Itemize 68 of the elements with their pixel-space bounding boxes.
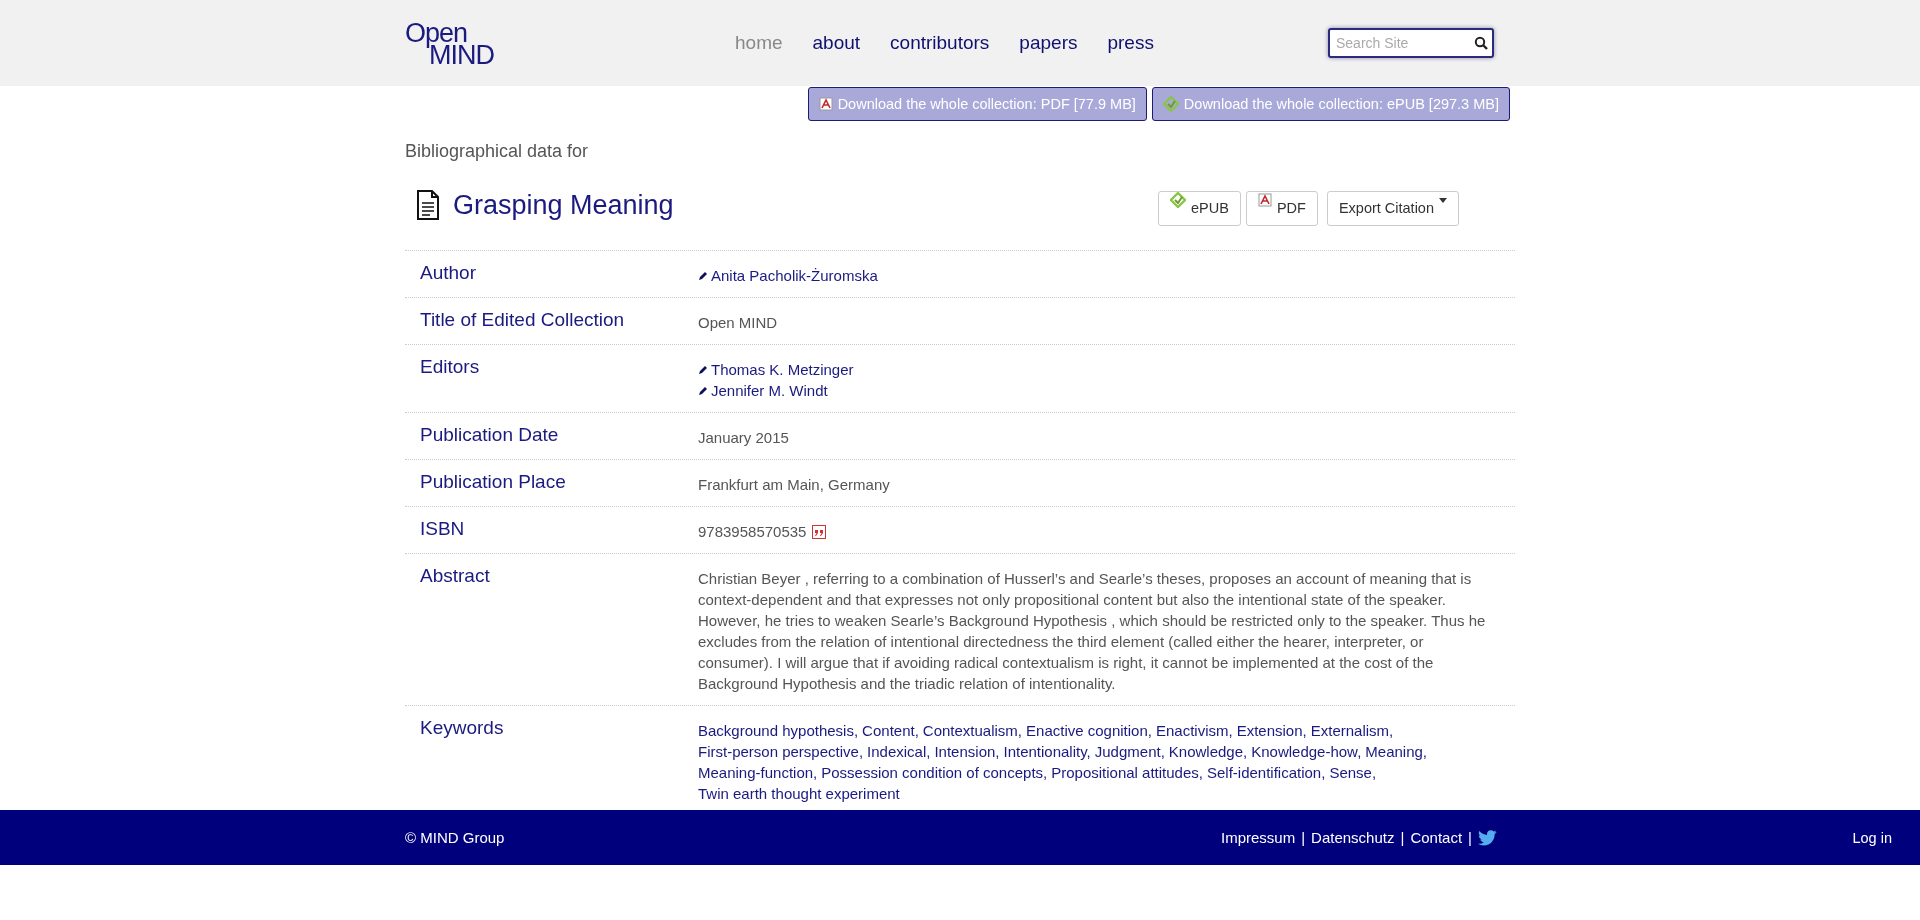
export-citation-button[interactable]: Export Citation — [1326, 190, 1459, 226]
search-icon[interactable] — [1474, 36, 1488, 50]
person-link[interactable]: Thomas K. Metzinger — [711, 359, 854, 380]
keyword-link[interactable]: Enactivism, — [1155, 720, 1233, 741]
footer-link[interactable]: Datenschutz — [1311, 829, 1395, 846]
pencil-icon — [698, 385, 708, 396]
nav-link[interactable]: papers — [1019, 32, 1078, 54]
field-label: ISBN — [420, 518, 466, 541]
field-value: January 2015 — [698, 428, 790, 448]
separator-text: | — [1400, 829, 1405, 846]
keyword-link[interactable]: Knowledge-how, — [1251, 741, 1362, 762]
pencil-icon — [698, 270, 708, 281]
keyword-link[interactable]: First-person perspective, — [698, 741, 864, 762]
keyword-link[interactable]: Self-identification, — [1207, 762, 1326, 783]
person-link[interactable]: Jennifer M. Windt — [711, 380, 828, 401]
keyword-link[interactable]: Possession condition of concepts, — [821, 762, 1048, 783]
field-value: Christian Beyer , referring to a combination of Husserl’s and Searle’s theses, proposes an account of meaning that is context-dependent and that expresses not only propositional content but also the intentional state of the speaker. However, he tries to weaken Searle’s Background Hypothesis , which should be restricted only to the speaker. Thus he excludes from the relation of intentional directedness the third element (called either the hearer, interpreter, or consumer). I will argue that if avoiding radical contextualism is right, it cannot be implemented at the cost of the Background Hypothesis and the triadic relation of intentionality. — [698, 569, 1487, 694]
keyword-link[interactable]: Enactive cognition, — [1026, 720, 1152, 741]
field-value: 9783958570535 — [698, 522, 807, 542]
epub-icon — [1162, 96, 1179, 112]
bird-icon[interactable] — [1478, 829, 1497, 846]
field-label: Author — [420, 262, 477, 285]
field-label: Keywords — [420, 717, 505, 740]
pdf-icon — [818, 97, 833, 111]
intro-text: Bibliographical data for — [405, 141, 590, 162]
caret-icon — [1439, 197, 1447, 203]
keyword-link[interactable]: Judgment, — [1094, 741, 1165, 762]
field-label: Publication Date — [420, 424, 560, 447]
keyword-link[interactable]: Externalism, — [1310, 720, 1394, 741]
nav-link[interactable]: contributors — [890, 32, 990, 54]
keyword-link[interactable]: Propositional attitudes, — [1051, 762, 1203, 783]
keyword-link[interactable]: Indexical, — [867, 741, 931, 762]
epub-button[interactable]: ePUB — [1158, 190, 1241, 226]
logo[interactable]: Open MIND — [405, 20, 515, 66]
footer-link[interactable]: Impressum — [1221, 829, 1296, 846]
login-link[interactable]: Log in — [1852, 830, 1892, 846]
keyword-link[interactable]: Twin earth thought experiment — [698, 783, 900, 804]
field-value: Frankfurt am Main, Germany — [698, 475, 891, 495]
separator-text: | — [1301, 829, 1306, 846]
footer-link[interactable]: Contact — [1410, 829, 1463, 846]
nav-link[interactable]: about — [812, 32, 861, 54]
field-label: Publication Place — [420, 471, 567, 494]
pencil-icon — [698, 364, 708, 375]
quote-icon[interactable] — [812, 524, 827, 539]
field-value: Open MIND — [698, 313, 779, 333]
epub-icon — [1170, 192, 1186, 208]
paper-title: Grasping Meaning — [453, 189, 674, 221]
keyword-link[interactable]: Intentionality, — [1003, 741, 1091, 762]
keyword-link[interactable]: Sense, — [1329, 762, 1377, 783]
keyword-link[interactable]: Background hypothesis, — [698, 720, 859, 741]
nav-link[interactable]: press — [1107, 32, 1154, 54]
keyword-link[interactable]: Extension, — [1236, 720, 1307, 741]
document-icon — [417, 190, 439, 220]
keyword-link[interactable]: Content, — [862, 720, 919, 741]
copyright-text: © MIND Group — [405, 829, 505, 846]
keyword-link[interactable]: Intension, — [934, 741, 1000, 762]
keyword-link[interactable]: Meaning, — [1365, 741, 1427, 762]
field-label: Title of Edited Collection — [420, 309, 626, 332]
keyword-link[interactable]: Contextualism, — [922, 720, 1023, 741]
pdf-button[interactable]: PDF — [1245, 190, 1318, 226]
person-link[interactable]: Anita Pacholik-Żuromska — [711, 265, 878, 286]
separator-text: | — [1468, 829, 1472, 846]
pdf-icon — [1257, 193, 1272, 207]
keyword-link[interactable]: Knowledge, — [1168, 741, 1248, 762]
field-label: Editors — [420, 356, 481, 379]
keyword-link[interactable]: Meaning-function, — [698, 762, 818, 783]
search-field[interactable]: Search Site — [1328, 28, 1494, 58]
field-label: Abstract — [420, 565, 491, 588]
